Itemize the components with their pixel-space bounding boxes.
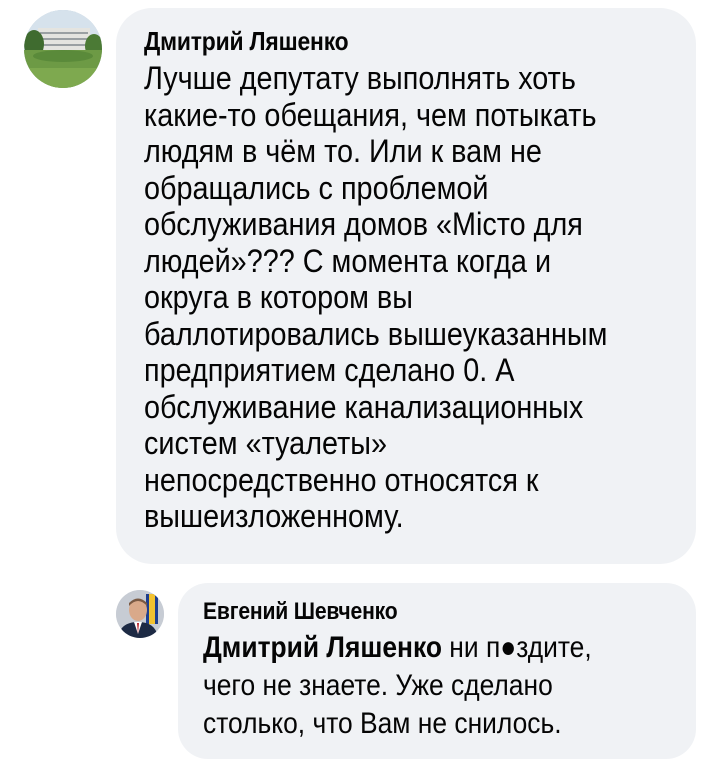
comment-text: Лучше депутату выполнять хоть какие-то о… [144, 60, 608, 534]
comment-author[interactable]: Евгений Шевченко [203, 597, 619, 627]
comment-bubble: Евгений Шевченко Дмитрий Ляшенко ни п●зд… [178, 583, 696, 759]
comment-bubble: Дмитрий Ляшенко Лучше депутату выполнять… [116, 8, 696, 564]
comment-author[interactable]: Дмитрий Ляшенко [144, 24, 609, 58]
profile-photo-building-icon[interactable] [24, 10, 102, 88]
profile-photo-man-suit-icon[interactable] [116, 590, 164, 638]
mention-link[interactable]: Дмитрий Ляшенко [203, 631, 442, 664]
comment-text: Дмитрий Ляшенко ни п●здите, чего не знае… [203, 629, 678, 743]
